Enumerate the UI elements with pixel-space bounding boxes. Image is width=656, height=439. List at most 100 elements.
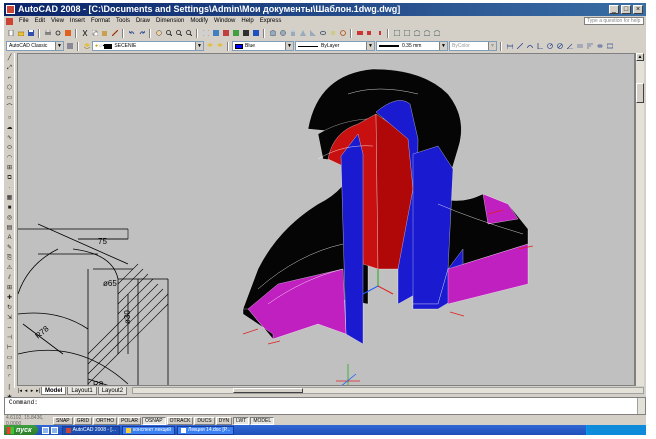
start-button[interactable]: пуск — [4, 425, 38, 435]
publish-icon[interactable] — [63, 29, 72, 38]
polygon-icon[interactable]: ⬡ — [5, 84, 14, 93]
dim-continue-icon[interactable] — [595, 42, 604, 51]
maximize-button[interactable]: □ — [621, 5, 631, 14]
lwt-toggle[interactable]: LWT — [233, 416, 250, 425]
grid-toggle[interactable]: GRID — [73, 416, 93, 425]
command-line[interactable]: Command: — [4, 397, 646, 415]
extrude-icon[interactable] — [328, 29, 337, 38]
arc-icon[interactable]: ⌒ — [5, 104, 14, 113]
menu-draw[interactable]: Draw — [133, 18, 153, 24]
paste-icon[interactable] — [100, 29, 109, 38]
dim-baseline-icon[interactable] — [585, 42, 594, 51]
plot-preview-icon[interactable] — [53, 29, 62, 38]
revolve-icon[interactable] — [338, 29, 347, 38]
menu-dimension[interactable]: Dimension — [153, 18, 187, 24]
revision-cloud-icon[interactable]: ☁ — [5, 124, 14, 133]
polyline-icon[interactable]: ⌐ — [5, 74, 14, 83]
undo-icon[interactable] — [127, 29, 136, 38]
extend-icon[interactable]: ⊢ — [5, 344, 14, 353]
chevron-down-icon[interactable]: ▼ — [488, 42, 496, 50]
menu-format[interactable]: Format — [88, 18, 113, 24]
scroll-thumb[interactable] — [233, 388, 304, 393]
menu-modify[interactable]: Modify — [187, 18, 211, 24]
cylinder-icon[interactable] — [288, 29, 297, 38]
tab-model[interactable]: Model — [41, 386, 67, 395]
redo-icon[interactable] — [137, 29, 146, 38]
scale-icon[interactable]: ⇲ — [5, 314, 14, 323]
region-icon[interactable]: ◎ — [5, 214, 14, 223]
multiline-text-icon[interactable]: A — [5, 234, 14, 243]
zoom-window-icon[interactable] — [174, 29, 183, 38]
menu-help[interactable]: Help — [238, 18, 256, 24]
help-search-input[interactable]: Type a question for help — [584, 17, 644, 25]
array-icon[interactable]: ⊞ — [5, 284, 14, 293]
ellipse-icon[interactable]: ⬭ — [5, 144, 14, 153]
tab-layout2[interactable]: Layout2 — [97, 386, 128, 395]
snap-toggle[interactable]: SNAP — [53, 416, 73, 425]
insert-block-icon[interactable]: ⊞ — [5, 164, 14, 173]
ortho-toggle[interactable]: ORTHO — [93, 416, 118, 425]
model-space-viewport[interactable]: 75 ø65 ø30 R78 R8 — [17, 53, 635, 386]
otrack-toggle[interactable]: OTRACK — [166, 416, 194, 425]
minimize-button[interactable]: _ — [609, 5, 619, 14]
table-icon[interactable]: ▤ — [5, 224, 14, 233]
chevron-down-icon[interactable]: ▼ — [285, 42, 293, 50]
cut-icon[interactable] — [80, 29, 89, 38]
model-toggle[interactable]: MODEL — [250, 416, 275, 425]
gradient-icon[interactable]: ■ — [5, 204, 14, 213]
tolerance-icon[interactable] — [605, 42, 614, 51]
task-autocad[interactable]: AutoCAD 2008 - [... — [61, 425, 120, 435]
horizontal-scrollbar[interactable] — [132, 387, 644, 394]
calculator-icon[interactable] — [251, 29, 260, 38]
polar-toggle[interactable]: POLAR — [118, 416, 142, 425]
view-sw-icon[interactable] — [422, 29, 431, 38]
trim-icon[interactable]: ⊣ — [5, 334, 14, 343]
layer-combo[interactable]: ● ☼ ▪ SECENIE ▼ — [92, 41, 204, 51]
vertical-scrollbar[interactable]: ▲ — [635, 53, 644, 386]
markup-icon[interactable] — [241, 29, 250, 38]
menu-window[interactable]: Window — [211, 18, 238, 24]
save-icon[interactable] — [26, 29, 35, 38]
lineweight-combo[interactable]: 0.35 mm ▼ — [376, 41, 448, 51]
task-folder[interactable]: конспект лекций — [121, 425, 176, 435]
ducs-toggle[interactable]: DUCS — [194, 416, 215, 425]
close-button[interactable]: × — [633, 5, 643, 14]
document-icon[interactable] — [6, 17, 13, 25]
dyn-toggle[interactable]: DYN — [215, 416, 233, 425]
copy-icon[interactable] — [90, 29, 99, 38]
layer-manager-icon[interactable] — [82, 42, 91, 51]
dim-linear-icon[interactable] — [505, 42, 514, 51]
workspace-settings-icon[interactable] — [65, 42, 74, 51]
intersect-icon[interactable] — [375, 29, 384, 38]
chamfer-icon[interactable]: ⌜ — [5, 374, 14, 383]
menu-file[interactable]: File — [16, 18, 32, 24]
new-icon[interactable] — [6, 29, 15, 38]
ellipse-arc-icon[interactable]: ◠ — [5, 154, 14, 163]
dim-aligned-icon[interactable] — [515, 42, 524, 51]
color-combo[interactable]: Blue ▼ — [232, 41, 294, 51]
mirror-icon[interactable]: ⚠ — [5, 264, 14, 273]
hatch-icon[interactable]: ▦ — [5, 194, 14, 203]
scroll-up-icon[interactable]: ▲ — [636, 53, 644, 61]
rectangle-icon[interactable]: ▭ — [5, 94, 14, 103]
design-center-icon[interactable] — [211, 29, 220, 38]
box-icon[interactable] — [268, 29, 277, 38]
erase-icon[interactable]: ✎ — [5, 244, 14, 253]
command-scrollbar[interactable] — [637, 398, 645, 414]
menu-view[interactable]: View — [48, 18, 67, 24]
view-front-icon[interactable] — [402, 29, 411, 38]
chevron-down-icon[interactable]: ▼ — [55, 42, 63, 50]
spline-icon[interactable]: ∿ — [5, 134, 14, 143]
view-top-icon[interactable] — [392, 29, 401, 38]
rotate-icon[interactable]: ↻ — [5, 304, 14, 313]
view-se-icon[interactable] — [432, 29, 441, 38]
properties-icon[interactable] — [201, 29, 210, 38]
sheet-set-icon[interactable] — [231, 29, 240, 38]
title-bar[interactable]: AutoCAD 2008 - [C:\Documents and Setting… — [4, 3, 646, 16]
dim-diameter-icon[interactable] — [555, 42, 564, 51]
osnap-toggle[interactable]: OSNAP — [142, 416, 166, 425]
construction-line-icon[interactable]: ⤢ — [5, 64, 14, 73]
stretch-icon[interactable]: ⇔ — [5, 324, 14, 333]
union-icon[interactable] — [355, 29, 364, 38]
make-block-icon[interactable]: ⧉ — [5, 174, 14, 183]
